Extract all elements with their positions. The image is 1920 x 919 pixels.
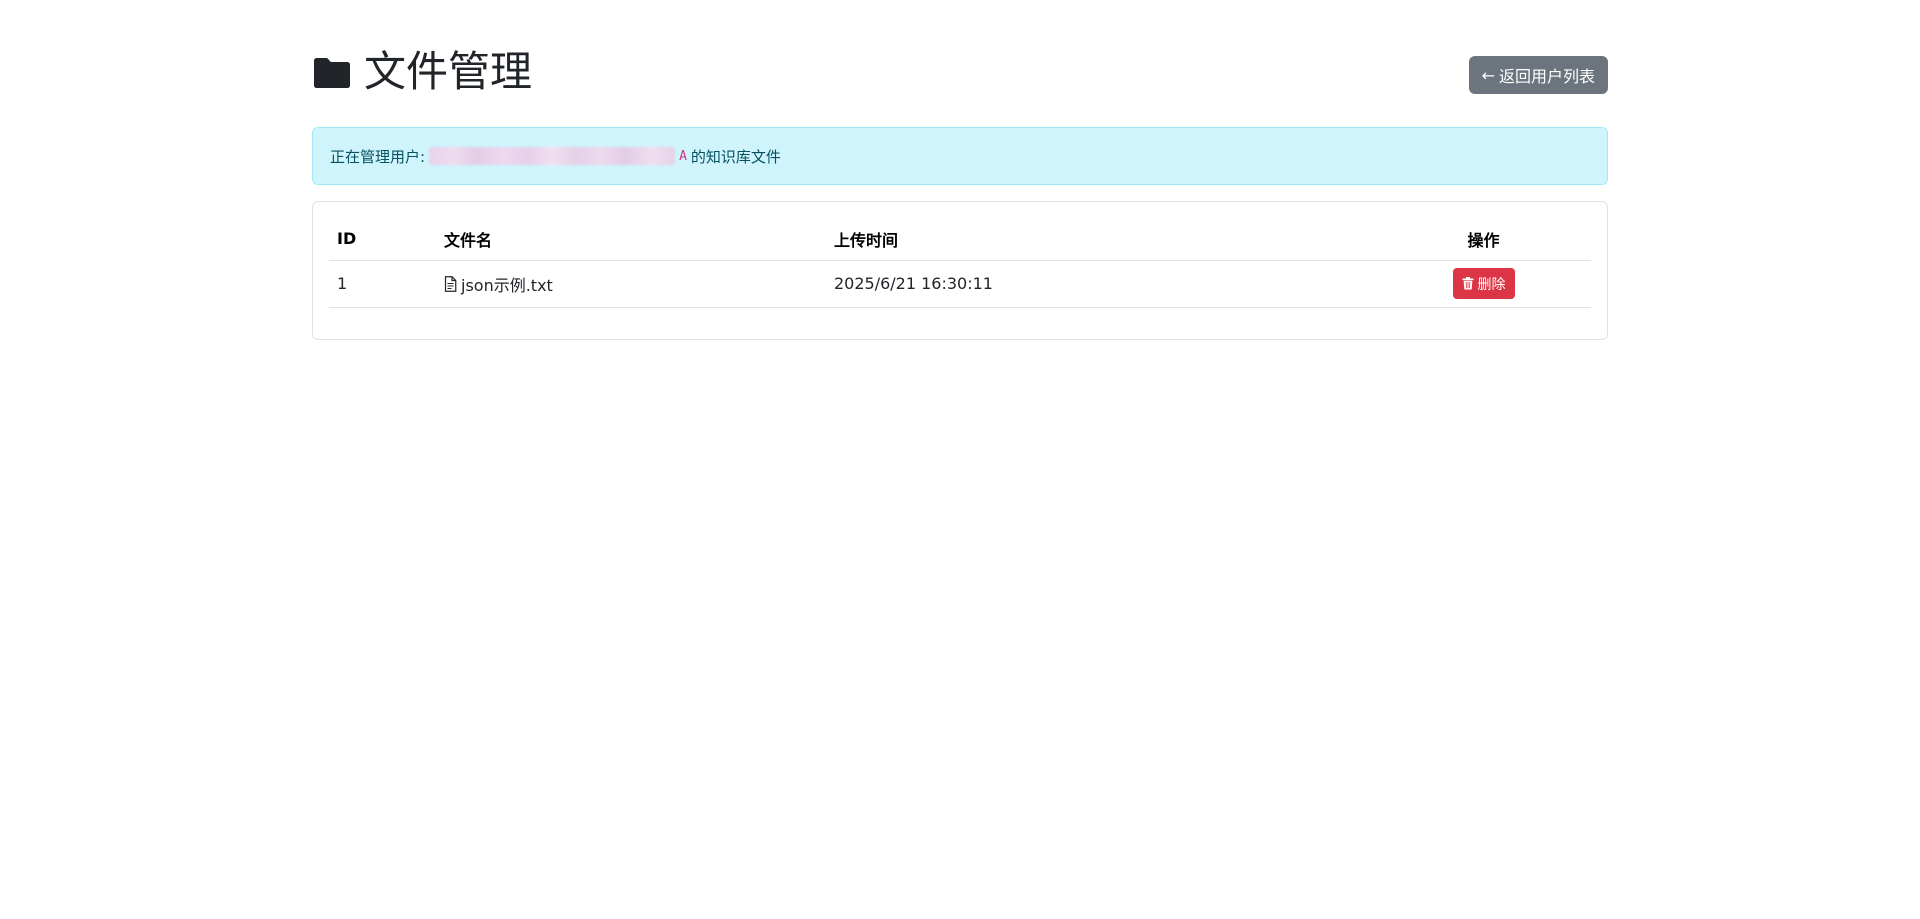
delete-file-button[interactable]: 删除 <box>1452 268 1515 299</box>
arrow-left-icon: ← <box>1481 65 1495 85</box>
column-header-actions: 操作 <box>1376 218 1591 261</box>
back-button-label: 返回用户列表 <box>1498 67 1595 86</box>
folder-icon <box>314 58 350 88</box>
file-name: json示例.txt <box>444 272 553 296</box>
column-header-file-name: 文件名 <box>436 218 826 261</box>
file-name-text: json示例.txt <box>461 275 553 295</box>
user-id-visible-part: A <box>679 148 687 164</box>
page-container: 文件管理 ← 返回用户列表 正在管理用户: A 的知识库文件 ID 文件名 上传… <box>312 0 1608 340</box>
files-card: ID 文件名 上传时间 操作 1 json示例.txt 2025/6/21 16… <box>312 201 1608 340</box>
files-table: ID 文件名 上传时间 操作 1 json示例.txt 2025/6/21 16… <box>329 218 1591 308</box>
user-id-code: A <box>429 147 687 165</box>
file-text-icon <box>444 275 457 292</box>
column-header-upload-time: 上传时间 <box>826 218 1376 261</box>
alert-prefix: 正在管理用户: <box>330 147 426 166</box>
delete-button-label: 删除 <box>1477 276 1506 293</box>
back-to-user-list-button[interactable]: ← 返回用户列表 <box>1468 56 1608 94</box>
page-header: 文件管理 ← 返回用户列表 <box>312 0 1608 127</box>
page-title: 文件管理 <box>312 44 532 100</box>
cell-actions: 删除 <box>1376 260 1591 308</box>
cell-id: 1 <box>329 260 436 308</box>
column-header-id: ID <box>329 218 436 261</box>
redacted-user-id-mask <box>429 147 676 165</box>
alert-suffix: 的知识库文件 <box>690 147 781 166</box>
cell-upload-time: 2025/6/21 16:30:11 <box>826 260 1376 308</box>
managing-user-alert: 正在管理用户: A 的知识库文件 <box>312 127 1608 185</box>
cell-file-name: json示例.txt <box>436 260 826 308</box>
trash-icon <box>1462 277 1473 290</box>
table-row: 1 json示例.txt 2025/6/21 16:30:11 删除 <box>329 260 1591 308</box>
table-header-row: ID 文件名 上传时间 操作 <box>329 218 1591 261</box>
page-title-text: 文件管理 <box>364 47 533 96</box>
